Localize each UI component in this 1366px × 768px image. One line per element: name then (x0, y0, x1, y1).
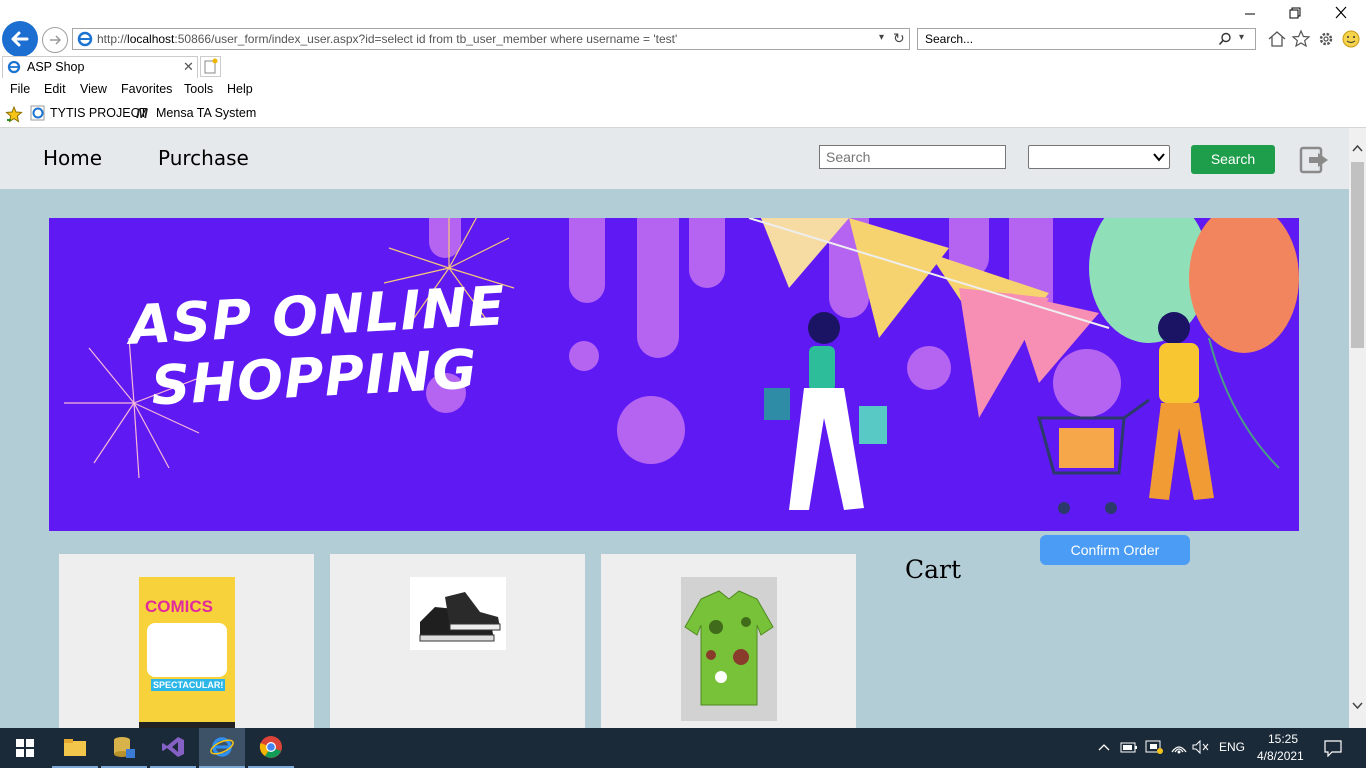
product-card-shirt[interactable] (601, 554, 856, 728)
category-select[interactable] (1028, 145, 1170, 169)
search-icon[interactable] (1218, 32, 1232, 46)
show-hidden-icons-chevron-icon[interactable] (1098, 742, 1110, 752)
address-dropdown-icon[interactable]: ▾ (879, 32, 884, 43)
browser-search-box[interactable]: Search... ▾ (917, 28, 1256, 50)
favorites-star-icon[interactable] (1291, 29, 1311, 49)
menu-tools[interactable]: Tools (184, 82, 213, 96)
scroll-down-arrow-icon[interactable] (1352, 702, 1363, 710)
start-button[interactable] (2, 728, 48, 768)
internet-explorer-taskbar-button[interactable] (199, 728, 245, 768)
sql-tool-taskbar-button[interactable] (101, 728, 147, 768)
menu-bar: File Edit View Favorites Tools Help (0, 78, 1366, 100)
back-button[interactable] (2, 21, 38, 57)
internet-explorer-icon (210, 737, 234, 757)
chrome-taskbar-button[interactable] (248, 728, 294, 768)
mensa-logo-icon: M (136, 105, 148, 121)
home-icon[interactable] (1267, 29, 1287, 49)
restore-button[interactable] (1287, 6, 1303, 20)
new-tab-button[interactable] (200, 56, 221, 77)
forward-button[interactable] (42, 27, 68, 53)
address-bar[interactable]: http://localhost:50866/user_form/index_u… (72, 28, 910, 50)
visual-studio-taskbar-button[interactable] (150, 728, 196, 768)
page-viewport: Home Purchase Search Search ASP ONLINE S… (0, 128, 1349, 728)
tab-title: ASP Shop (27, 60, 85, 74)
address-text: http://localhost:50866/user_form/index_u… (97, 32, 678, 46)
windows-taskbar: ENG 15:25 4/8/2021 (0, 728, 1366, 768)
favorites-bar: TYTIS PROJECT M Mensa TA System (0, 101, 1366, 128)
scroll-up-arrow-icon[interactable] (1352, 144, 1363, 152)
close-window-button[interactable] (1333, 6, 1349, 20)
database-tool-icon (114, 737, 135, 758)
menu-favorites[interactable]: Favorites (121, 82, 172, 96)
browser-titlebar: http://localhost:50866/user_form/index_u… (0, 0, 1366, 57)
network-alert-icon[interactable] (1145, 739, 1163, 755)
tab-asp-shop[interactable]: ASP Shop ✕ (2, 56, 198, 78)
comic-title: COMICS (145, 597, 213, 616)
comics-product-image[interactable]: COMICS SPECTACULAR! (139, 577, 235, 728)
menu-file[interactable]: File (10, 82, 30, 96)
ie-page-icon (30, 105, 45, 121)
volume-muted-icon[interactable] (1192, 740, 1210, 754)
chrome-icon (259, 736, 282, 758)
refresh-icon[interactable]: ↻ (893, 30, 905, 47)
menu-edit[interactable]: Edit (44, 82, 66, 96)
product-card-comics[interactable]: COMICS SPECTACULAR! (59, 554, 314, 728)
notifications-icon[interactable] (1324, 739, 1342, 757)
battery-icon[interactable] (1120, 740, 1138, 754)
sneaker-icon (419, 592, 501, 642)
logout-icon[interactable] (1299, 144, 1331, 176)
settings-gear-icon[interactable] (1316, 29, 1336, 49)
new-tab-icon (204, 58, 218, 74)
favorites-add-icon[interactable] (5, 106, 23, 123)
ie-page-icon (77, 31, 93, 47)
smiley-feedback-icon[interactable] (1341, 29, 1361, 49)
search-dropdown-icon[interactable]: ▾ (1239, 32, 1244, 43)
site-navbar: Home Purchase Search (0, 128, 1349, 189)
windows-logo-icon (16, 739, 34, 757)
forward-arrow-icon (50, 35, 62, 45)
clock-time[interactable]: 15:25 (1268, 732, 1298, 746)
browser-search-placeholder: Search... (925, 32, 974, 46)
tab-close-icon[interactable]: ✕ (183, 59, 194, 75)
file-explorer-taskbar-button[interactable] (52, 728, 98, 768)
promo-banner: ASP ONLINE SHOPPING (49, 218, 1299, 531)
menu-view[interactable]: View (80, 82, 107, 96)
visual-studio-icon (162, 737, 184, 757)
ie-tab-icon (7, 60, 21, 74)
comic-speech-bubble (147, 623, 227, 677)
favorite-label: TYTIS PROJECT (50, 106, 148, 120)
nav-purchase-link[interactable]: Purchase (158, 146, 249, 170)
folder-icon (64, 739, 86, 756)
search-button[interactable]: Search (1191, 145, 1275, 174)
chevron-down-icon (1153, 153, 1165, 162)
scrollbar-thumb[interactable] (1351, 162, 1364, 348)
favorite-label: Mensa TA System (156, 106, 257, 120)
shirt-product-image[interactable] (681, 577, 777, 721)
cart-title: Cart (905, 555, 962, 584)
sneakers-product-image[interactable] (410, 577, 506, 650)
menu-help[interactable]: Help (227, 82, 253, 96)
product-search-input[interactable] (819, 145, 1006, 169)
tab-bar: ASP Shop ✕ (0, 56, 1366, 78)
wifi-icon[interactable] (1170, 739, 1188, 755)
confirm-order-button[interactable]: Confirm Order (1040, 535, 1190, 565)
clock-date[interactable]: 4/8/2021 (1257, 749, 1304, 763)
comic-tag: SPECTACULAR! (151, 679, 226, 691)
back-arrow-icon (11, 31, 29, 47)
language-indicator[interactable]: ENG (1219, 740, 1245, 754)
nav-home-link[interactable]: Home (43, 146, 102, 170)
product-card-sneakers[interactable] (330, 554, 585, 728)
hawaiian-shirt-icon (684, 590, 774, 706)
minimize-button[interactable] (1242, 6, 1258, 20)
